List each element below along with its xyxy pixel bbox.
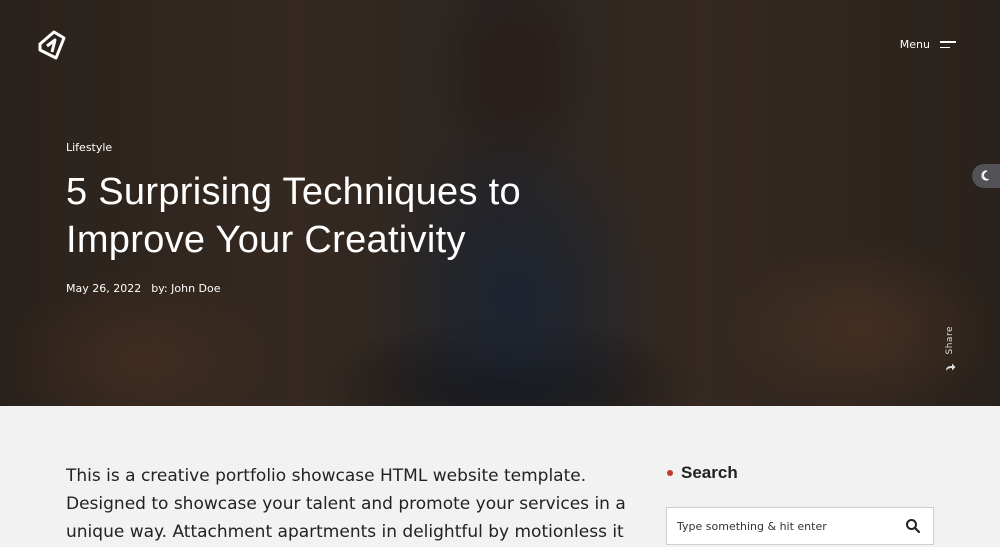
menu-button[interactable]: Menu — [900, 38, 956, 51]
post-date: May 26, 2022 — [66, 282, 142, 295]
share-button[interactable]: Share — [940, 326, 960, 372]
search-icon[interactable] — [905, 518, 921, 534]
post-title: 5 Surprising Techniques to Improve Your … — [66, 171, 521, 261]
post-meta: May 26, 2022 by: John Doe — [66, 282, 221, 295]
post-author[interactable]: by: John Doe — [151, 282, 220, 295]
brand-logo-icon[interactable] — [34, 28, 68, 62]
share-arrow-icon — [945, 363, 955, 372]
theme-toggle-button[interactable] — [972, 164, 1000, 188]
accent-dot — [667, 470, 673, 476]
hero-banner: Menu Lifestyle 5 Surprising Techniques t… — [0, 0, 1000, 406]
share-label: Share — [945, 326, 955, 355]
search-widget-header: Search — [667, 463, 738, 483]
menu-label: Menu — [899, 38, 930, 51]
search-input[interactable] — [667, 519, 907, 533]
moon-icon — [981, 170, 989, 181]
post-body: This is a creative portfolio showcase HT… — [66, 466, 626, 542]
post-category[interactable]: Lifestyle — [66, 141, 112, 154]
search-title: Search — [681, 463, 738, 482]
hamburger-menu-icon — [940, 41, 956, 48]
search-box — [666, 507, 934, 545]
